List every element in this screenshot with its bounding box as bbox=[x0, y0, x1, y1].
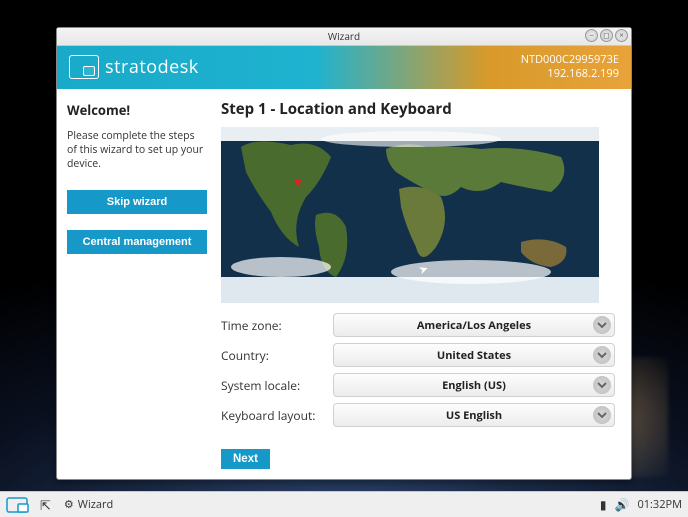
central-management-button[interactable]: Central management bbox=[67, 230, 207, 254]
brand-banner: stratodesk NTD000C2995973E 192.168.2.199 bbox=[57, 46, 631, 89]
taskbar-clock[interactable]: 01:32PM bbox=[637, 497, 682, 512]
chevron-down-icon bbox=[593, 376, 611, 394]
window-title: Wizard bbox=[328, 29, 360, 43]
maximize-button[interactable]: ◻ bbox=[600, 29, 613, 42]
chevron-down-icon bbox=[593, 316, 611, 334]
keyboard-value: US English bbox=[446, 408, 502, 423]
keyboard-label: Keyboard layout: bbox=[221, 407, 333, 424]
device-info: NTD000C2995973E 192.168.2.199 bbox=[521, 53, 619, 82]
volume-icon[interactable]: 🔊 bbox=[614, 496, 629, 513]
device-id: NTD000C2995973E bbox=[521, 53, 619, 67]
stratodesk-logo-icon bbox=[69, 55, 99, 79]
country-label: Country: bbox=[221, 347, 333, 364]
close-button[interactable]: × bbox=[615, 29, 628, 42]
taskbar-app-label: Wizard bbox=[78, 497, 113, 512]
keyboard-dropdown[interactable]: US English bbox=[333, 403, 615, 427]
wizard-window: Wizard − ◻ × stratodesk NTD000C2995973E … bbox=[56, 27, 632, 480]
window-titlebar: Wizard − ◻ × bbox=[57, 28, 631, 46]
welcome-heading: Welcome! bbox=[67, 101, 207, 119]
world-map[interactable]: ▼ ➤ bbox=[221, 127, 599, 303]
minimize-button[interactable]: − bbox=[585, 29, 598, 42]
battery-icon[interactable]: ▮ bbox=[600, 496, 607, 513]
launcher-icon[interactable]: ⇱ bbox=[40, 496, 51, 514]
locale-dropdown[interactable]: English (US) bbox=[333, 373, 615, 397]
country-dropdown[interactable]: United States bbox=[333, 343, 615, 367]
skip-wizard-button[interactable]: Skip wizard bbox=[67, 190, 207, 214]
map-location-marker-icon: ▼ bbox=[291, 173, 305, 192]
locale-value: English (US) bbox=[442, 378, 506, 393]
country-value: United States bbox=[437, 348, 511, 363]
timezone-label: Time zone: bbox=[221, 317, 333, 334]
taskbar: ⇱ ⚙ Wizard ▮ 🔊 01:32PM bbox=[0, 491, 688, 517]
chevron-down-icon bbox=[593, 346, 611, 364]
step-title: Step 1 - Location and Keyboard bbox=[221, 99, 615, 119]
timezone-value: America/Los Angeles bbox=[417, 318, 531, 333]
brand-name: stratodesk bbox=[105, 55, 199, 79]
welcome-instruction: Please complete the steps of this wizard… bbox=[67, 129, 207, 172]
locale-label: System locale: bbox=[221, 377, 333, 394]
wizard-sidebar: Welcome! Please complete the steps of th… bbox=[57, 89, 217, 479]
taskbar-logo-icon[interactable] bbox=[6, 495, 34, 515]
device-ip: 192.168.2.199 bbox=[521, 67, 619, 81]
chevron-down-icon bbox=[593, 406, 611, 424]
taskbar-app-wizard[interactable]: ⚙ Wizard bbox=[57, 494, 120, 515]
next-button[interactable]: Next bbox=[221, 449, 270, 469]
gear-link-icon: ⚙ bbox=[64, 497, 74, 512]
wizard-main: Step 1 - Location and Keyboard bbox=[217, 89, 631, 479]
timezone-dropdown[interactable]: America/Los Angeles bbox=[333, 313, 615, 337]
